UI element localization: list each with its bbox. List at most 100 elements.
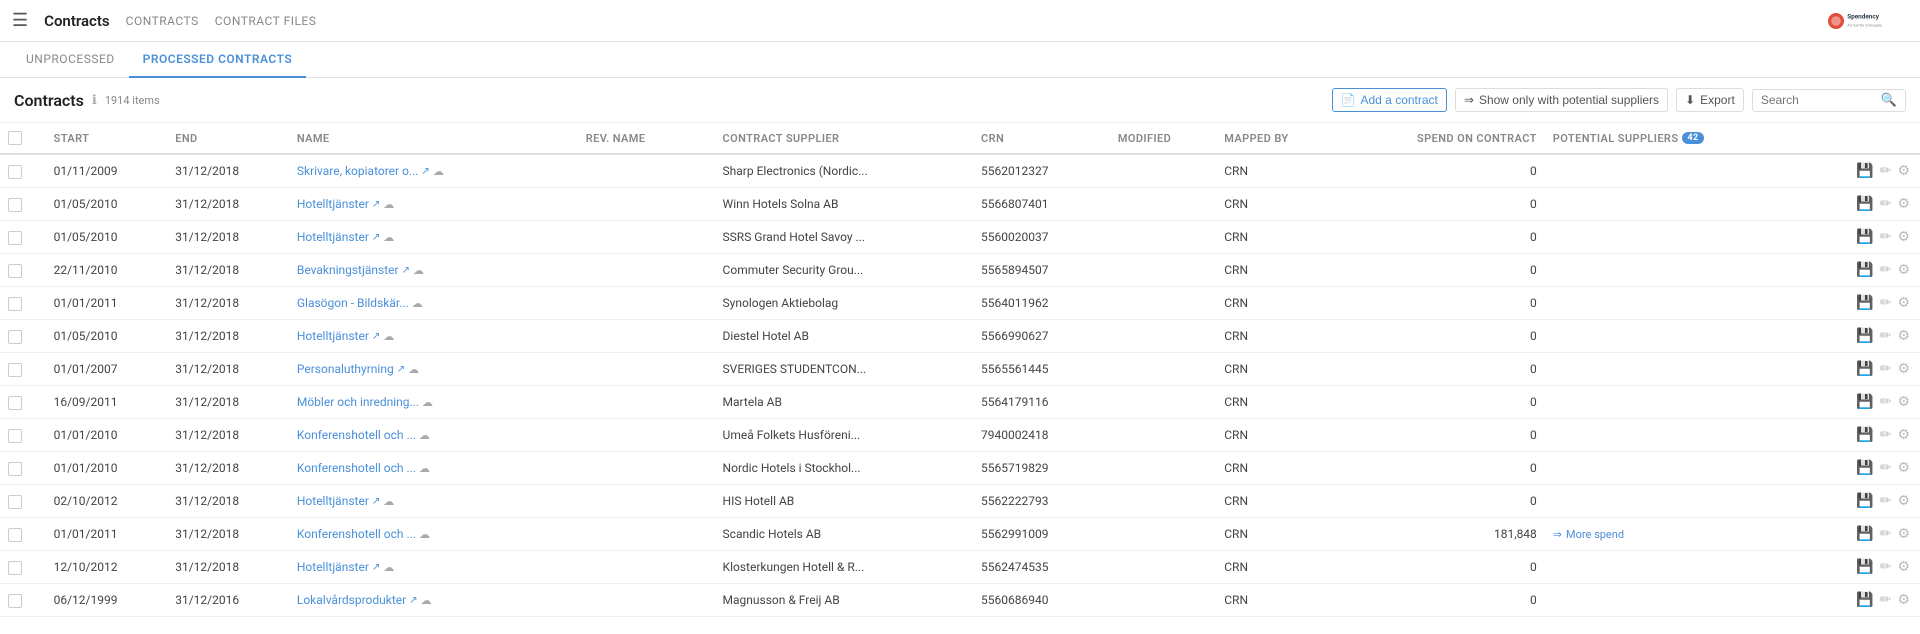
page-header-right: 📄 Add a contract ⇒ Show only with potent… — [1332, 88, 1906, 112]
edit-icon[interactable]: ✏ — [1878, 458, 1894, 478]
contract-name-link[interactable]: Konferenshotell och ...☁ — [297, 428, 477, 442]
contract-name-link[interactable]: Hotelltjänster↗☁ — [297, 197, 477, 211]
contract-name-link[interactable]: Konferenshotell och ...☁ — [297, 527, 477, 541]
row-checkbox-11[interactable] — [8, 528, 22, 542]
row-checkbox-0[interactable] — [8, 165, 22, 179]
tab-unprocessed[interactable]: UNPROCESSED — [12, 42, 129, 78]
contract-name-link[interactable]: Möbler och inredning...☁ — [297, 395, 477, 409]
info-icon[interactable]: ℹ — [92, 93, 97, 108]
save-icon[interactable]: 💾 — [1854, 590, 1875, 610]
edit-icon[interactable]: ✏ — [1878, 425, 1894, 445]
cell-potential — [1545, 287, 1799, 320]
col-end[interactable]: END — [167, 123, 289, 154]
edit-icon[interactable]: ✏ — [1878, 590, 1894, 610]
filter-icon[interactable]: ⚙ — [1895, 161, 1912, 181]
select-all-checkbox[interactable] — [8, 131, 22, 145]
save-icon[interactable]: 💾 — [1854, 260, 1875, 280]
filter-icon[interactable]: ⚙ — [1895, 326, 1912, 346]
save-icon[interactable]: 💾 — [1854, 392, 1875, 412]
row-checkbox-9[interactable] — [8, 462, 22, 476]
contract-name-link[interactable]: Lokalvårdsprodukter↗☁ — [297, 593, 477, 607]
tab-processed-contracts[interactable]: PROCESSED CONTRACTS — [129, 42, 307, 78]
edit-icon[interactable]: ✏ — [1878, 161, 1894, 181]
edit-icon[interactable]: ✏ — [1878, 326, 1894, 346]
edit-icon[interactable]: ✏ — [1878, 260, 1894, 280]
row-actions: 💾 ✏ ⚙ — [1806, 392, 1912, 412]
contract-name-link[interactable]: Bevakningstjänster↗☁ — [297, 263, 477, 277]
cell-supplier: Nordic Hotels i Stockhol... — [715, 452, 973, 485]
col-start[interactable]: START — [46, 123, 168, 154]
contract-name-link[interactable]: Glasögon - Bildskär...☁ — [297, 296, 477, 310]
filter-icon[interactable]: ⚙ — [1895, 590, 1912, 610]
save-icon[interactable]: 💾 — [1854, 194, 1875, 214]
menu-icon[interactable]: ☰ — [12, 10, 28, 31]
col-mapped-by[interactable]: MAPPED BY — [1216, 123, 1338, 154]
row-checkbox-6[interactable] — [8, 363, 22, 377]
col-modified[interactable]: MODIFIED — [1110, 123, 1216, 154]
row-checkbox-7[interactable] — [8, 396, 22, 410]
save-icon[interactable]: 💾 — [1854, 524, 1875, 544]
col-supplier[interactable]: CONTRACT SUPPLIER — [715, 123, 973, 154]
filter-icon[interactable]: ⚙ — [1895, 524, 1912, 544]
edit-icon[interactable]: ✏ — [1878, 293, 1894, 313]
filter-icon[interactable]: ⚙ — [1895, 458, 1912, 478]
contract-name-link[interactable]: Hotelltjänster↗☁ — [297, 494, 477, 508]
contract-name-link[interactable]: Hotelltjänster↗☁ — [297, 230, 477, 244]
row-checkbox-10[interactable] — [8, 495, 22, 509]
contract-name-link[interactable]: Konferenshotell och ...☁ — [297, 461, 477, 475]
filter-icon[interactable]: ⚙ — [1895, 491, 1912, 511]
nav-contract-files[interactable]: CONTRACT FILES — [215, 14, 317, 28]
edit-icon[interactable]: ✏ — [1878, 227, 1894, 247]
edit-icon[interactable]: ✏ — [1878, 557, 1894, 577]
row-checkbox-1[interactable] — [8, 198, 22, 212]
save-icon[interactable]: 💾 — [1854, 227, 1875, 247]
edit-icon[interactable]: ✏ — [1878, 359, 1894, 379]
contract-name-link[interactable]: Hotelltjänster↗☁ — [297, 560, 477, 574]
cell-mapped-by: CRN — [1216, 254, 1338, 287]
row-checkbox-3[interactable] — [8, 264, 22, 278]
contract-name-link[interactable]: Hotelltjänster↗☁ — [297, 329, 477, 343]
save-icon[interactable]: 💾 — [1854, 359, 1875, 379]
save-icon[interactable]: 💾 — [1854, 458, 1875, 478]
table-header-row: START END NAME REV. NAME CONTRACT SUPPLI… — [0, 123, 1920, 154]
filter-icon[interactable]: ⚙ — [1895, 359, 1912, 379]
col-rev-name[interactable]: REV. NAME — [578, 123, 715, 154]
save-icon[interactable]: 💾 — [1854, 557, 1875, 577]
save-icon[interactable]: 💾 — [1854, 326, 1875, 346]
cell-name: Hotelltjänster↗☁ — [289, 551, 578, 584]
edit-icon[interactable]: ✏ — [1878, 194, 1894, 214]
row-checkbox-4[interactable] — [8, 297, 22, 311]
col-potential[interactable]: POTENTIAL SUPPLIERS 42 — [1545, 123, 1799, 154]
more-spend-link[interactable]: ⇒ More spend — [1553, 528, 1791, 541]
filter-icon[interactable]: ⚙ — [1895, 194, 1912, 214]
filter-icon[interactable]: ⚙ — [1895, 260, 1912, 280]
row-checkbox-8[interactable] — [8, 429, 22, 443]
save-icon[interactable]: 💾 — [1854, 491, 1875, 511]
edit-icon[interactable]: ✏ — [1878, 392, 1894, 412]
filter-icon[interactable]: ⚙ — [1895, 425, 1912, 445]
filter-icon[interactable]: ⚙ — [1895, 227, 1912, 247]
nav-contracts[interactable]: CONTRACTS — [126, 14, 199, 28]
show-potential-suppliers-button[interactable]: ⇒ Show only with potential suppliers — [1455, 88, 1668, 112]
filter-icon[interactable]: ⚙ — [1895, 392, 1912, 412]
contract-name-link[interactable]: Personaluthyrning↗☁ — [297, 362, 477, 376]
export-button[interactable]: ⬇ Export — [1676, 88, 1744, 112]
save-icon[interactable]: 💾 — [1854, 425, 1875, 445]
filter-icon[interactable]: ⚙ — [1895, 293, 1912, 313]
add-contract-button[interactable]: 📄 Add a contract — [1332, 88, 1447, 112]
col-name[interactable]: NAME — [289, 123, 578, 154]
row-checkbox-13[interactable] — [8, 594, 22, 608]
save-icon[interactable]: 💾 — [1854, 293, 1875, 313]
contract-name-link[interactable]: Skrivare, kopiatorer o...↗☁ — [297, 164, 477, 178]
edit-icon[interactable]: ✏ — [1878, 524, 1894, 544]
col-crn[interactable]: CRN — [973, 123, 1110, 154]
row-checkbox-12[interactable] — [8, 561, 22, 575]
row-checkbox-2[interactable] — [8, 231, 22, 245]
row-checkbox-5[interactable] — [8, 330, 22, 344]
col-spend[interactable]: SPEND ON CONTRACT — [1338, 123, 1544, 154]
logo: Spendency An Icertis Company — [1828, 7, 1908, 35]
edit-icon[interactable]: ✏ — [1878, 491, 1894, 511]
filter-icon[interactable]: ⚙ — [1895, 557, 1912, 577]
search-input[interactable] — [1761, 93, 1881, 107]
save-icon[interactable]: 💾 — [1854, 161, 1875, 181]
